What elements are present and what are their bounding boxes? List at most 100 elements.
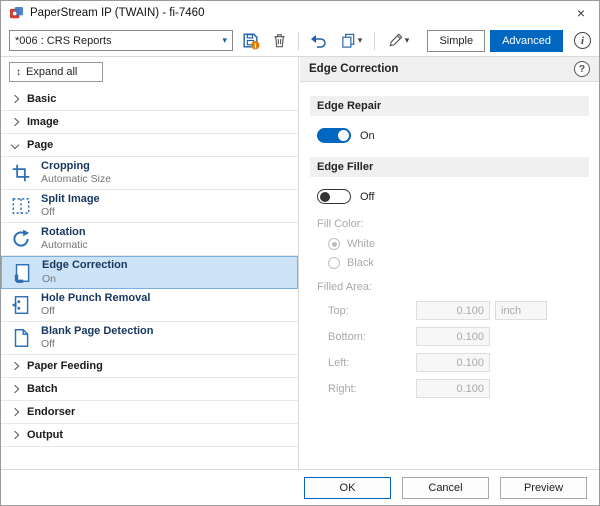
radio-white — [328, 238, 340, 250]
unit-label: inch — [501, 305, 521, 317]
chevron-down-icon: ▾ — [405, 35, 410, 46]
chevron-down-icon: ▾ — [358, 35, 363, 46]
advanced-mode-button[interactable]: Advanced — [490, 30, 563, 52]
right-label: Right: — [328, 383, 416, 395]
help-icon: ? — [579, 63, 585, 75]
profile-select[interactable]: *006 : CRS Reports ▾ — [9, 30, 233, 51]
chevron-right-icon — [11, 118, 19, 126]
edge-filler-section-header: Edge Filler — [310, 157, 589, 177]
radio-black-label: Black — [347, 257, 374, 269]
radio-black — [328, 257, 340, 269]
toolbar-separator — [298, 32, 299, 50]
advanced-mode-label: Advanced — [502, 35, 551, 47]
settings-tree-panel: ↕ Expand all Basic Image Page — [1, 57, 299, 469]
toolbar: *006 : CRS Reports ▾ — [1, 25, 599, 57]
tree-item-blank-page-detection[interactable]: Blank Page Detection Off — [1, 322, 298, 355]
toggle-knob — [338, 130, 349, 141]
category-label: Output — [27, 429, 63, 441]
edge-correction-icon — [10, 261, 34, 285]
chevron-right-icon — [11, 431, 19, 439]
copy-icon — [340, 32, 357, 49]
tree-item-hole-punch-removal[interactable]: Hole Punch Removal Off — [1, 289, 298, 322]
edge-filler-toggle[interactable] — [317, 189, 351, 204]
tree-item-rotation[interactable]: Rotation Automatic — [1, 223, 298, 256]
tree-category-output[interactable]: Output — [1, 424, 298, 447]
edge-filler-toggle-row: Off — [317, 189, 582, 204]
item-label: Split Image — [41, 193, 100, 207]
edge-filler-state-label: Off — [360, 191, 374, 203]
edge-repair-section-header: Edge Repair — [310, 96, 589, 116]
tree-category-paper-feeding[interactable]: Paper Feeding — [1, 355, 298, 378]
section-title: Edge Repair — [317, 100, 381, 112]
tree-category-batch[interactable]: Batch — [1, 378, 298, 401]
tree-item-split-image[interactable]: Split Image Off — [1, 190, 298, 223]
panel-title: Edge Correction — [309, 63, 398, 75]
filled-area-top-row: Top: inch — [328, 301, 589, 320]
filled-area-right-row: Right: — [328, 379, 589, 398]
chevron-right-icon — [11, 362, 19, 370]
edge-correction-panel: Edge Correction ? Edge Repair On Edge Fi… — [300, 57, 599, 469]
expand-all-button[interactable]: ↕ Expand all — [9, 62, 103, 82]
item-status: Off — [41, 305, 150, 318]
chevron-down-icon — [11, 141, 19, 149]
item-status: Off — [41, 206, 100, 219]
left-input — [416, 353, 490, 372]
split-image-icon — [9, 194, 33, 218]
item-label: Edge Correction — [42, 259, 128, 273]
filled-area-left-row: Left: — [328, 353, 589, 372]
copy-profile-button[interactable]: ▾ — [335, 29, 367, 53]
left-label: Left: — [328, 357, 416, 369]
item-status: On — [42, 273, 128, 286]
help-button[interactable]: ? — [574, 61, 590, 77]
radio-white-label: White — [347, 238, 375, 250]
item-status: Automatic — [41, 239, 88, 252]
info-button[interactable]: i — [574, 32, 591, 49]
tree-category-endorser[interactable]: Endorser — [1, 401, 298, 424]
bottom-label: Bottom: — [328, 331, 416, 343]
save-profile-button[interactable] — [238, 29, 262, 53]
right-input — [416, 379, 490, 398]
tree-item-cropping[interactable]: Cropping Automatic Size — [1, 157, 298, 190]
category-label: Page — [27, 139, 53, 151]
trash-icon — [271, 32, 288, 49]
item-status: Automatic Size — [41, 173, 111, 186]
close-button[interactable]: × — [563, 1, 599, 25]
tree-category-image[interactable]: Image — [1, 111, 298, 134]
window-title: PaperStream IP (TWAIN) - fi-7460 — [30, 7, 563, 19]
preview-button[interactable]: Preview — [500, 477, 587, 499]
undo-button[interactable] — [306, 29, 330, 53]
delete-profile-button[interactable] — [267, 29, 291, 53]
fill-color-white-option: White — [328, 238, 589, 250]
panel-header: Edge Correction ? — [300, 57, 599, 82]
chevron-right-icon — [11, 95, 19, 103]
top-label: Top: — [328, 305, 416, 317]
bottom-input — [416, 327, 490, 346]
preview-label: Preview — [524, 482, 563, 494]
toolbar-separator — [374, 32, 375, 50]
tree-category-page[interactable]: Page — [1, 134, 298, 157]
top-input — [416, 301, 490, 320]
fill-color-black-option: Black — [328, 257, 589, 269]
paperstream-dialog: PaperStream IP (TWAIN) - fi-7460 × *006 … — [0, 0, 600, 506]
chevron-right-icon — [11, 408, 19, 416]
edge-repair-toggle[interactable] — [317, 128, 351, 143]
category-label: Paper Feeding — [27, 360, 103, 372]
tree-item-edge-correction[interactable]: Edge Correction On — [1, 256, 298, 289]
cancel-button[interactable]: Cancel — [402, 477, 489, 499]
simple-mode-button[interactable]: Simple — [427, 30, 485, 52]
cancel-label: Cancel — [428, 482, 462, 494]
section-title: Edge Filler — [317, 161, 373, 173]
save-icon — [241, 31, 260, 50]
hole-punch-removal-icon — [9, 293, 33, 317]
info-icon: i — [581, 35, 584, 47]
edge-repair-toggle-row: On — [317, 128, 582, 143]
ok-button[interactable]: OK — [304, 477, 391, 499]
chevron-down-icon: ▾ — [222, 35, 227, 46]
app-icon — [9, 6, 24, 21]
toggle-knob — [320, 192, 330, 202]
tree-category-basic[interactable]: Basic — [1, 88, 298, 111]
fill-color-label: Fill Color: — [317, 218, 582, 230]
edit-profile-button[interactable]: ▾ — [382, 29, 414, 53]
item-label: Blank Page Detection — [41, 325, 153, 339]
unit-select: inch — [495, 301, 547, 320]
